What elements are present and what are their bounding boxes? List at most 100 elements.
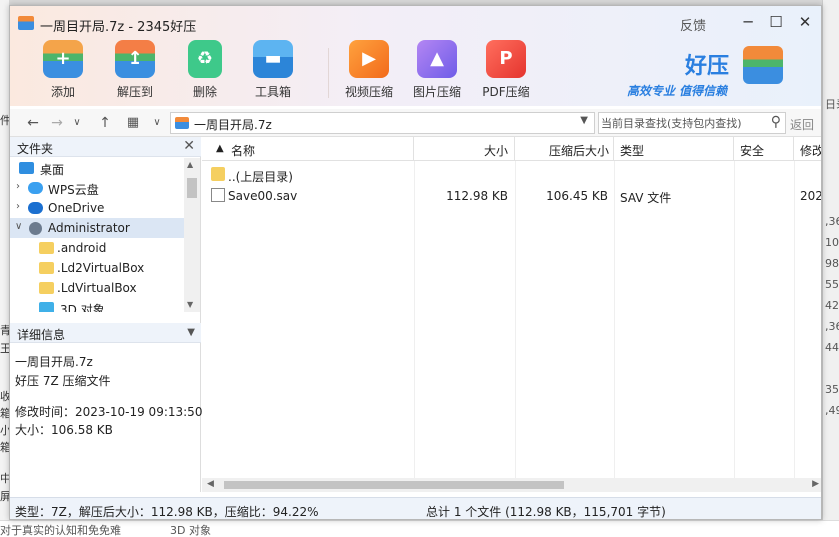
scroll-down-icon[interactable]: ▼ [187,300,193,309]
tree-item-label: OneDrive [48,201,105,215]
chevron-down-icon[interactable]: ∨ [15,221,22,232]
add-archive-icon: + [43,40,83,78]
search-input[interactable] [601,115,761,131]
column-header-compressed[interactable]: 压缩后大小 [515,137,614,161]
minimize-button[interactable]: ─ [738,12,758,32]
column-header-name[interactable]: ▲ 名称 [202,137,414,161]
cloud-icon [28,182,43,194]
extract-label: 解压到 [116,85,153,99]
bg-left-char: 中 [0,472,9,485]
search-field[interactable]: ⚲ [598,112,786,134]
pdf-compress-label: PDF压缩 [482,85,530,99]
app-logo-icon [18,16,34,30]
background-window-bottom: 对于真实的认知和免免难 3D 对象 [0,520,839,537]
bg-left-char: 件 [0,114,9,127]
toolbox-button[interactable]: ▬ 工具箱 [240,36,306,106]
column-divider [734,161,735,492]
file-row[interactable]: Save00.sav 112.98 KB 106.45 KB SAV 文件 20… [202,186,821,206]
close-pane-icon[interactable]: ✕ [183,138,195,154]
recycle-icon: ♻ [188,40,222,78]
tree-item-ldvirtualbox[interactable]: .LdVirtualBox [10,278,184,298]
tree-item-3d-objects[interactable]: 3D 对象 [10,298,184,312]
file-row-parent[interactable]: ..(上层目录) [202,165,821,185]
column-header-security[interactable]: 安全 [734,137,794,161]
maximize-button[interactable]: ☐ [766,12,786,32]
column-header-modified[interactable]: 修改时 [794,137,821,161]
close-button[interactable]: ✕ [795,12,815,32]
tree-item-label: WPS云盘 [48,183,99,197]
up-arrow-icon[interactable]: ↑ [96,113,114,133]
extract-button[interactable]: ↥ 解压到 [102,36,168,106]
path-text: 一周目开局.7z [194,118,272,132]
column-name-label: 名称 [231,144,256,158]
toolbox-icon: ▬ [253,40,293,78]
status-totals: 总计 1 个文件 (112.98 KB，115,701 字节) [426,505,666,519]
tree-item-label: .LdVirtualBox [57,281,137,295]
scroll-left-icon[interactable]: ◀ [207,479,214,489]
column-divider [515,161,516,492]
tree-item-label: .android [57,241,107,255]
tree-item-onedrive[interactable]: › OneDrive [10,198,184,218]
image-compress-button[interactable]: ▲ 图片压缩 [404,36,470,106]
forward-arrow-icon[interactable]: → [48,113,66,133]
folder-tree-scrollbar[interactable]: ▲ ▼ [184,158,200,312]
brand-slogan: 高效专业 值得信赖 [627,84,728,98]
folder-tree: 桌面 › WPS云盘 › OneDrive ∨ Administrator .a… [10,158,184,312]
tree-item-label: Administrator [48,221,130,235]
view-mode-icon[interactable]: ▦ [124,113,142,133]
file-name: Save00.sav [228,189,298,203]
tree-item-ld2virtualbox[interactable]: .Ld2VirtualBox [10,258,184,278]
column-header-type[interactable]: 类型 [614,137,734,161]
brand-logo: 好压 高效专业 值得信赖 [625,46,783,101]
pdf-compress-button[interactable]: P PDF压缩 [473,36,539,106]
column-divider [794,161,795,492]
chevron-right-icon[interactable]: › [16,201,20,212]
collapse-icon[interactable]: ▼ [187,327,195,338]
tree-item-label: .Ld2VirtualBox [57,261,145,275]
view-dropdown-icon[interactable]: ∨ [148,113,166,133]
brand-box-icon [743,46,783,84]
tree-item-desktop[interactable]: 桌面 [10,158,184,178]
history-dropdown-icon[interactable]: ∨ [68,113,86,133]
feedback-button[interactable]: 反馈 [680,15,706,34]
search-icon[interactable]: ⚲ [771,114,781,130]
path-field[interactable]: 一周目开局.7z ▼ [170,112,595,134]
scrollbar-thumb[interactable] [187,178,197,198]
desktop-icon [19,162,34,174]
window-title: 一周目开局.7z - 2345好压 [40,20,197,35]
column-type-label: 类型 [620,144,645,158]
sort-up-icon: ▲ [216,143,224,154]
details-file-name: 一周目开局.7z [15,355,93,369]
bg-right-value: 42 [825,299,839,312]
path-dropdown-icon[interactable]: ▼ [580,115,588,126]
video-compress-button[interactable]: ▶ 视频压缩 [336,36,402,106]
scroll-right-icon[interactable]: ▶ [812,479,819,489]
delete-label: 删除 [192,85,217,99]
folder-icon [39,282,54,294]
file-icon [211,188,225,202]
bg-right-value: 98 [825,257,839,270]
add-button[interactable]: + 添加 [30,36,96,106]
back-arrow-icon[interactable]: ← [24,113,42,133]
bg-right-value: ,49 [825,404,839,417]
chevron-right-icon[interactable]: › [16,181,20,192]
tree-item-administrator[interactable]: ∨ Administrator [10,218,184,238]
bg-left-char: 收 [0,390,9,403]
brand-name: 好压 [685,54,730,79]
bg-right-header: 日录 [825,98,839,111]
status-bar: 类型：7Z，解压后大小：112.98 KB，压缩比：94.22% 总计 1 个文… [10,497,821,519]
scroll-up-icon[interactable]: ▲ [187,160,193,169]
column-header-size[interactable]: 大小 [414,137,515,161]
scrollbar-thumb[interactable] [224,481,564,489]
return-button[interactable]: 返回 [790,116,814,133]
tree-item-android[interactable]: .android [10,238,184,258]
video-icon: ▶ [349,40,389,78]
column-modified-label: 修改时 [800,144,821,158]
horizontal-scrollbar[interactable]: ◀ ▶ [202,478,821,492]
toolbox-label: 工具箱 [254,85,291,99]
folder-icon [211,167,225,181]
delete-button[interactable]: ♻ 删除 [172,36,238,106]
file-compressed-size: 106.45 KB [546,189,608,203]
tree-item-wps-cloud[interactable]: › WPS云盘 [10,178,184,198]
file-type: SAV 文件 [620,191,672,205]
